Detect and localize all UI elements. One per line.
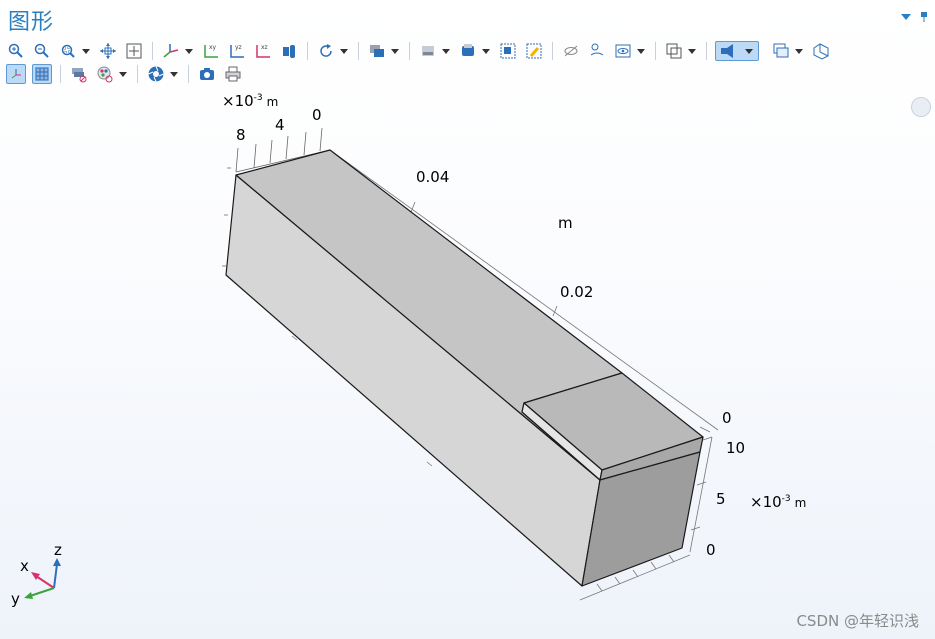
- z-axis-arrow: [53, 563, 58, 589]
- x-axis-arrow: [35, 575, 55, 589]
- top-tick-8: 8: [236, 126, 246, 144]
- watermark-text: CSDN @年轻识浅: [796, 612, 919, 630]
- y-axis-arrow: [29, 587, 55, 597]
- right-tick-10: 10: [726, 439, 745, 457]
- graphics-canvas[interactable]: ×10-3 m 8 4 0 0.04 m 0.02 0 10 5 ×10-3 m 0…: [0, 0, 935, 639]
- triad-z-label: z: [54, 541, 62, 559]
- right-axis-labels: 0 10 5 ×10-3 m 0: [706, 409, 806, 559]
- top-tick-0: 0: [312, 106, 322, 124]
- long-axis-unit: m: [558, 214, 573, 232]
- long-tick-004: 0.04: [416, 168, 449, 186]
- right-tick-0-bottom: 0: [706, 541, 716, 559]
- coordinate-triad: z x y: [11, 541, 62, 608]
- top-axis-labels: ×10-3 m 8 4 0: [222, 92, 322, 144]
- triad-y-label: y: [11, 590, 20, 608]
- top-axis-exponent: ×10-3 m: [222, 92, 278, 110]
- right-axis-exponent: ×10-3 m: [750, 493, 806, 511]
- triad-x-label: x: [20, 557, 29, 575]
- right-tick-0-top: 0: [722, 409, 732, 427]
- right-tick-5: 5: [716, 490, 726, 508]
- long-tick-002: 0.02: [560, 283, 593, 301]
- top-tick-4: 4: [275, 116, 285, 134]
